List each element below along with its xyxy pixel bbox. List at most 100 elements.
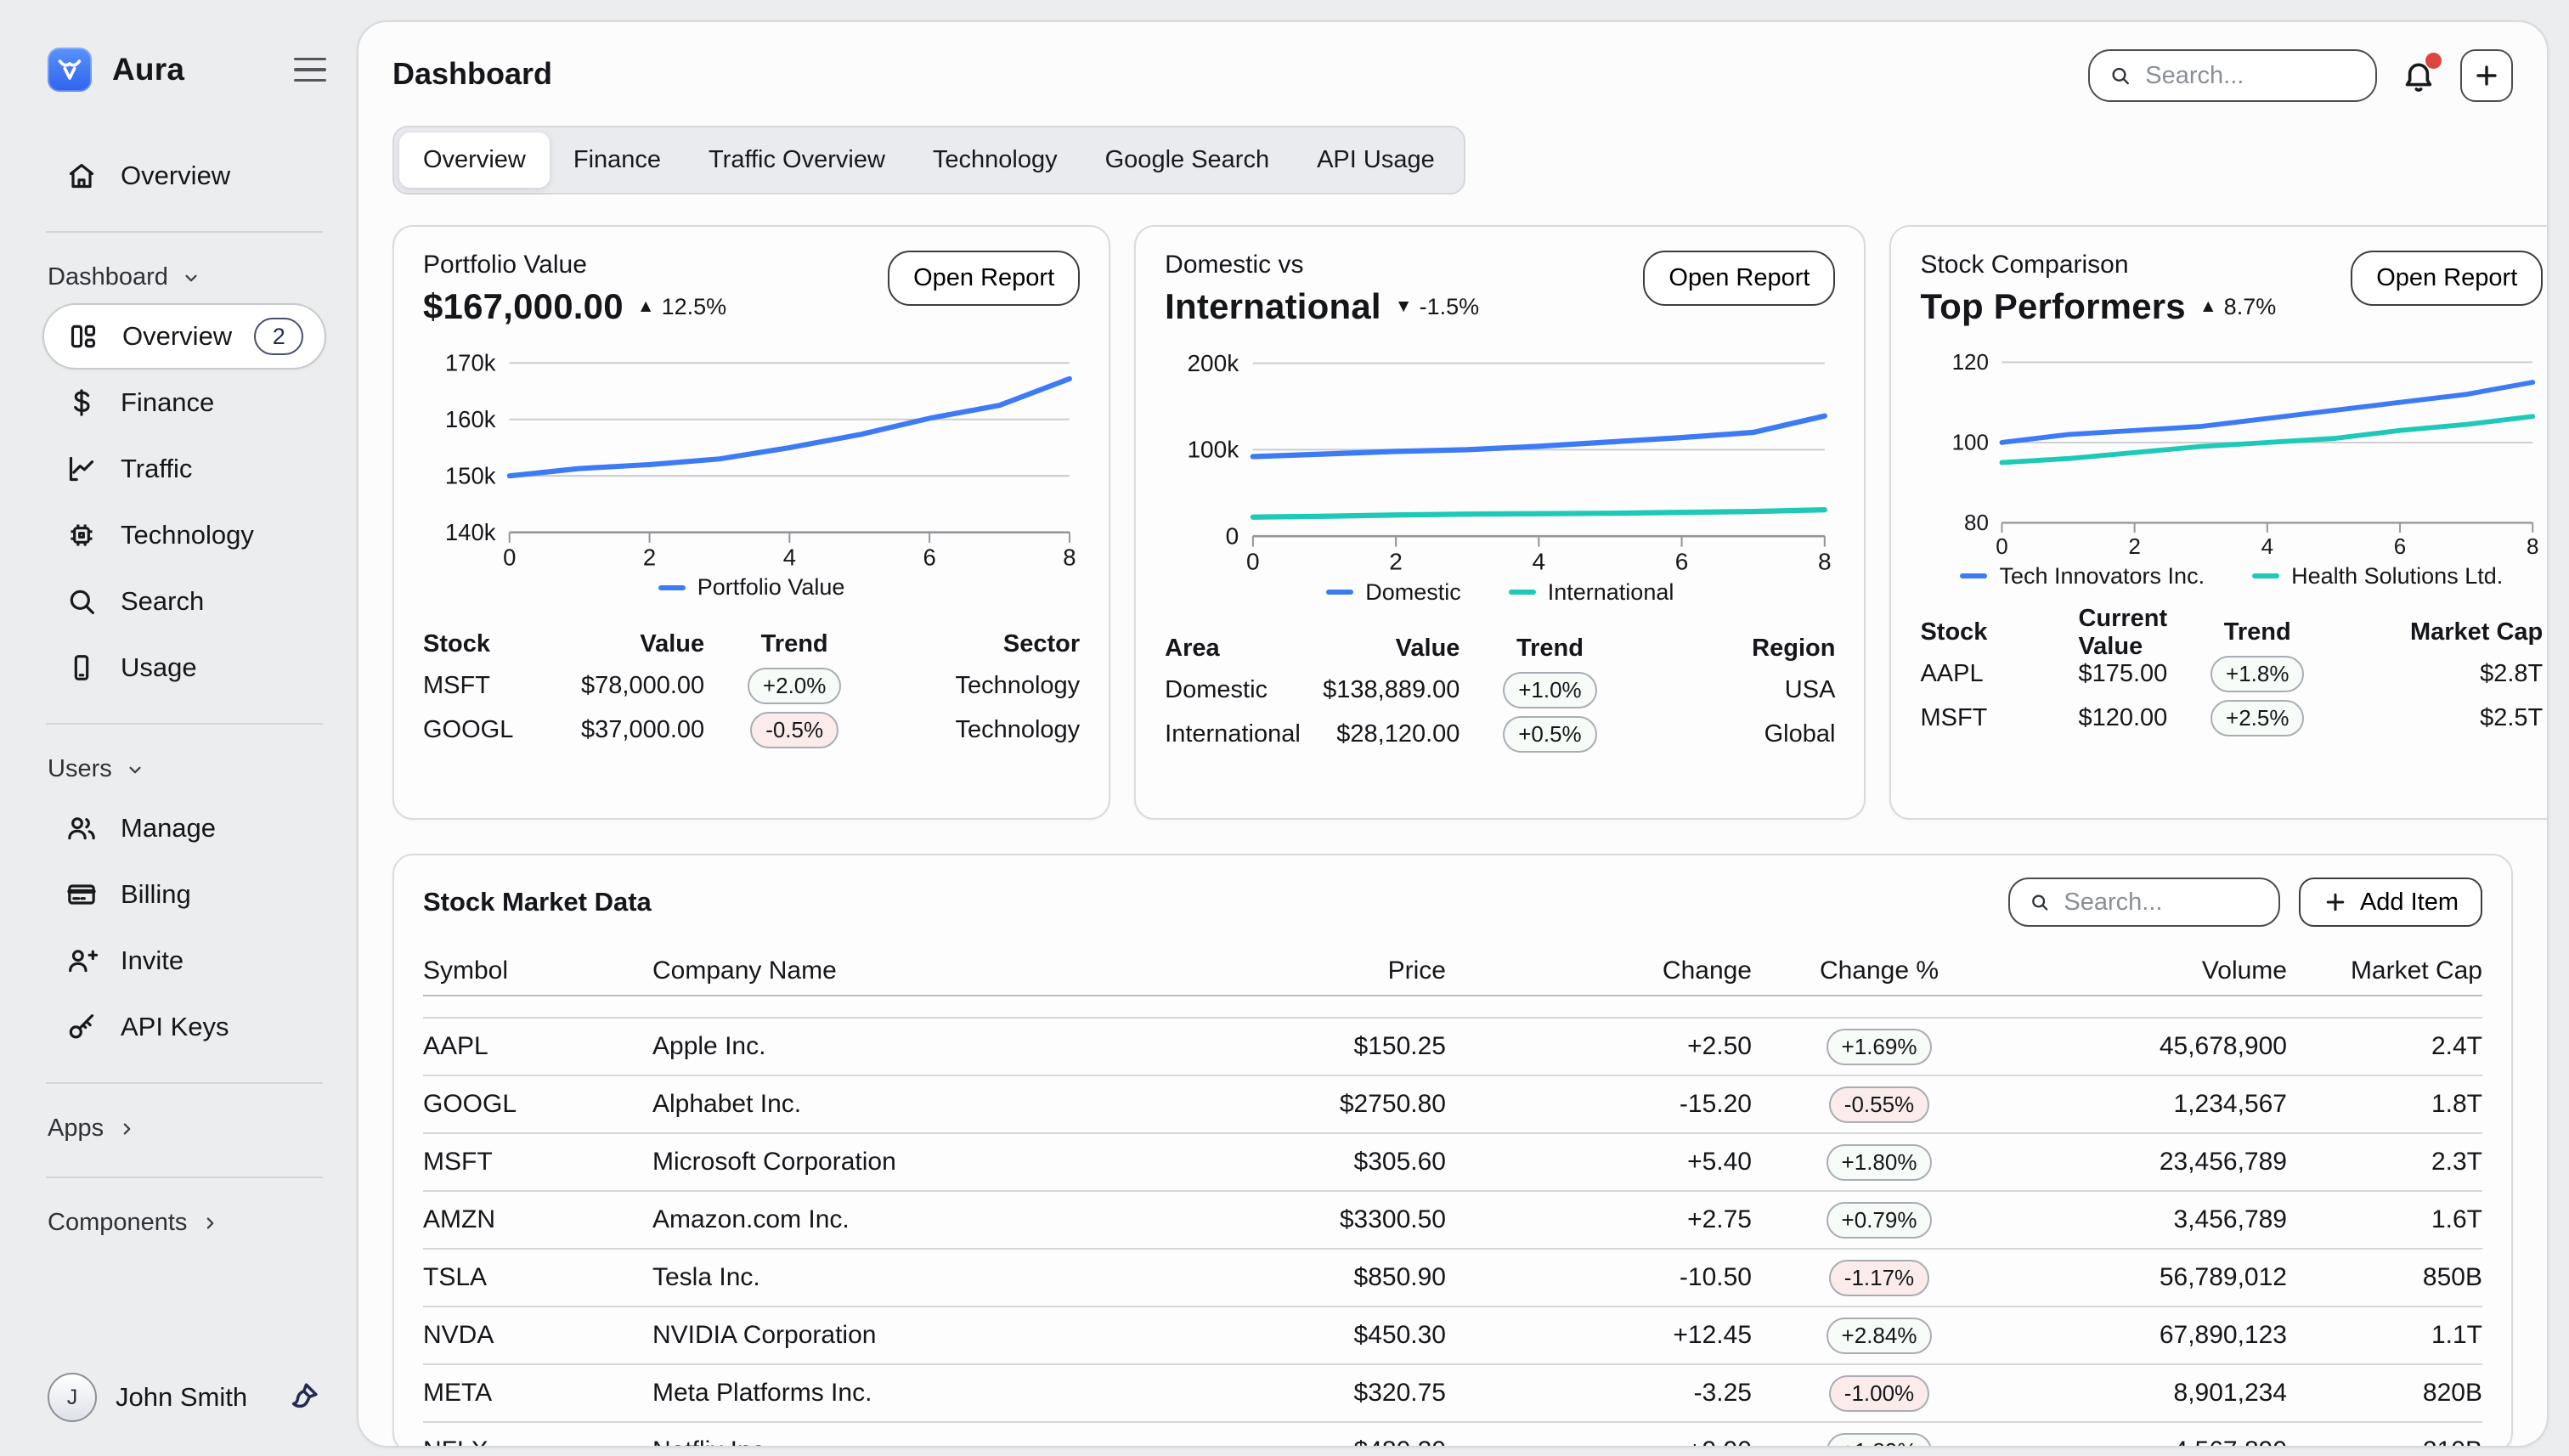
user-profile[interactable]: J John Smith [42,1373,326,1422]
sidebar-item-usage[interactable]: Usage [42,635,326,701]
svg-text:120: 120 [1952,349,1989,375]
market-cell: Tesla Inc. [652,1248,1183,1306]
divider [46,1177,323,1178]
open-report-button[interactable]: Open Report [2351,251,2543,306]
trend-badge: +2.0% [748,668,841,704]
notifications-button[interactable] [2399,56,2438,95]
market-cell: $450.30 [1183,1306,1446,1363]
tab-google-search[interactable]: Google Search [1081,133,1293,188]
open-report-button[interactable]: Open Report [1643,251,1835,306]
global-search-input[interactable] [2145,62,2357,90]
home-icon [65,159,99,193]
sidebar-item-traffic[interactable]: Traffic [42,436,326,502]
arrow-down-icon: ▼ [1395,296,1413,317]
sidebar-item-label: Billing [121,879,191,910]
card-table-cell: +1.8% [2181,652,2334,697]
card-table-cell: $175.00 [2078,652,2167,697]
sidebar-item-search[interactable]: Search [42,568,326,635]
change-pct-badge: +0.79% [1827,1202,1933,1239]
market-cell: $150.25 [1183,1017,1446,1075]
sidebar-item-overview[interactable]: Overview 2 [42,303,326,370]
market-cell: +12.45 [1446,1306,1752,1363]
open-report-button[interactable]: Open Report [888,251,1080,306]
tab-traffic-overview[interactable]: Traffic Overview [685,133,909,188]
market-cell: 3,456,789 [2007,1190,2287,1248]
chart-area: 0100k200k02468DomesticInternational [1165,349,1835,606]
dashboard-grid-icon [66,319,100,353]
svg-text:6: 6 [2394,533,2406,556]
card-title: Portfolio Value [423,251,726,279]
hamburger-menu-icon[interactable] [294,58,326,82]
market-cell: +9.90 [1446,1421,1752,1448]
legend-label: International [1548,579,1674,606]
search-icon [2109,62,2131,89]
tab-technology[interactable]: Technology [909,133,1081,188]
sidebar-item-manage[interactable]: Manage [42,795,326,861]
chart-area: 8010012002468Tech Innovators Inc.Health … [1920,349,2543,590]
card-table-cell: USA [1640,669,1835,713]
market-cell: Microsoft Corporation [652,1132,1183,1190]
paintbrush-icon [285,1380,321,1415]
svg-text:0: 0 [1226,523,1239,550]
market-row-symbol: GOOGL [423,1075,652,1132]
sidebar-item-invite[interactable]: Invite [42,928,326,994]
market-row-symbol: TSLA [423,1248,652,1306]
delta-value: 12.5% [662,294,727,320]
card-title: Domestic vs [1165,251,1479,279]
legend-swatch [2252,573,2279,578]
market-col-header: Price [1183,947,1446,996]
market-cell: +1.89% [1752,1421,2007,1448]
trend-badge: +1.0% [1503,672,1596,708]
card-headline: International [1165,286,1381,327]
add-item-button[interactable]: Add Item [2299,878,2482,927]
svg-text:0: 0 [503,544,516,567]
card-table-header: Trend [718,624,871,663]
card-table-cell: Global [1640,713,1835,757]
sidebar-item-overview-top[interactable]: Overview [42,143,326,209]
tab-finance[interactable]: Finance [550,133,685,188]
market-cell: $320.75 [1183,1363,1446,1421]
market-cell: 850B [2287,1248,2482,1306]
sidebar-section-apps[interactable]: Apps [42,1106,326,1154]
market-cell: 56,789,012 [2007,1248,2287,1306]
sidebar-item-api-keys[interactable]: API Keys [42,994,326,1060]
phone-icon [65,651,99,685]
trend-badge: +1.8% [2210,656,2304,692]
market-cell: 2.4T [2287,1017,2482,1075]
section-label-text: Components [48,1209,187,1237]
market-table-body: AAPLApple Inc.$150.25+2.50+1.69%45,678,9… [423,1017,2482,1448]
add-new-button[interactable] [2460,49,2513,102]
market-cell: $305.60 [1183,1132,1446,1190]
sidebar-item-finance[interactable]: Finance [42,370,326,436]
tab-overview[interactable]: Overview [399,133,550,188]
sidebar-section-components[interactable]: Components [42,1200,326,1249]
legend-swatch [1509,590,1536,595]
market-cell: -1.17% [1752,1248,2007,1306]
market-search-input[interactable] [2064,889,2260,917]
tab-api-usage[interactable]: API Usage [1293,133,1459,188]
market-cell: 8,901,234 [2007,1363,2287,1421]
market-cell: Meta Platforms Inc. [652,1363,1183,1421]
market-cell: 1.8T [2287,1075,2482,1132]
notification-dot [2425,53,2442,69]
market-cell: 2.3T [2287,1132,2482,1190]
chevron-right-icon [199,1212,221,1234]
sidebar-item-technology[interactable]: Technology [42,502,326,568]
legend-item: Tech Innovators Inc. [1960,563,2205,590]
card-table: AreaValueTrendRegionDomestic$138,889.00+… [1165,629,1835,757]
sidebar-section-users[interactable]: Users [42,747,326,795]
delta-value: -1.5% [1420,294,1480,320]
chart-legend: DomesticInternational [1165,579,1835,606]
card-table-header: Sector [884,624,1080,663]
section-label-text: Users [48,755,112,783]
user-plus-icon [65,944,99,978]
delta-value: 8.7% [2224,294,2277,320]
sidebar-item-billing[interactable]: Billing [42,861,326,928]
svg-text:100k: 100k [1188,437,1240,463]
theme-brush-button[interactable] [285,1380,321,1415]
legend-label: Tech Innovators Inc. [1999,563,2205,590]
chip-icon [65,518,99,552]
market-col-header: Change % [1752,947,2007,996]
sidebar-section-dashboard[interactable]: Dashboard [42,255,326,303]
sidebar-item-label: Traffic [121,454,192,484]
